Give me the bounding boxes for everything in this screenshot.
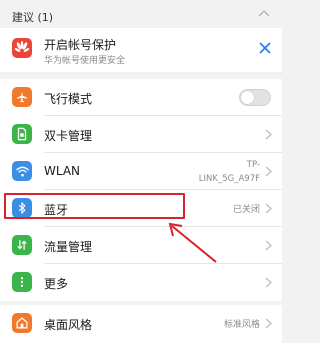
annotation-arrow [168, 222, 217, 263]
settings-row-more[interactable]: 更多 [0, 264, 282, 301]
settings-row-label: 飞行模式 [44, 92, 93, 106]
home-icon [12, 313, 32, 333]
data-usage-icon [12, 235, 32, 255]
settings-group-connectivity: 飞行模式 双卡管理 WLAN TP- LINK_5G_A97F 蓝牙 已关闭 流… [0, 79, 282, 301]
huawei-logo-icon [12, 38, 32, 58]
suggestions-title: 建议 (1) [12, 11, 54, 24]
settings-row-label: WLAN [44, 164, 81, 178]
chevron-right-icon [265, 277, 272, 288]
close-icon[interactable] [258, 41, 272, 55]
chevron-right-icon [265, 240, 272, 251]
airplane-mode-toggle[interactable] [239, 89, 271, 106]
settings-row-label: 桌面风格 [44, 318, 93, 332]
settings-row-dual-sim[interactable]: 双卡管理 [0, 116, 282, 153]
chevron-up-icon[interactable] [258, 8, 270, 18]
settings-row-data-usage[interactable]: 流量管理 [0, 227, 282, 264]
settings-row-label: 更多 [44, 277, 69, 291]
chevron-right-icon [265, 203, 272, 214]
suggestion-subtitle: 华为帐号使用更安全 [44, 56, 126, 66]
settings-row-wlan[interactable]: WLAN TP- LINK_5G_A97F [0, 153, 282, 190]
chevron-right-icon [265, 318, 272, 329]
suggestion-title: 开启帐号保护 [44, 38, 117, 52]
home-style-value: 标准风格 [223, 320, 260, 330]
chevron-right-icon [265, 129, 272, 140]
suggestion-card-account-protection[interactable]: 开启帐号保护 华为帐号使用更安全 [0, 28, 282, 72]
wlan-network-name: TP- LINK_5G_A97F [198, 160, 260, 184]
settings-row-label: 双卡管理 [44, 129, 93, 143]
settings-row-label: 流量管理 [44, 240, 93, 254]
bluetooth-status: 已关闭 [232, 205, 260, 215]
settings-group-display: 桌面风格 标准风格 [0, 305, 282, 343]
settings-row-airplane-mode[interactable]: 飞行模式 [0, 79, 282, 116]
toggle-knob [241, 91, 254, 104]
settings-row-home-style[interactable]: 桌面风格 标准风格 [0, 305, 282, 342]
airplane-icon [12, 87, 32, 107]
chevron-right-icon [265, 166, 272, 177]
sim-card-icon [12, 124, 32, 144]
more-icon [12, 272, 32, 292]
bluetooth-highlight-box [4, 193, 185, 219]
wifi-icon [12, 161, 32, 181]
suggestions-header: 建议 (1) [0, 0, 282, 28]
